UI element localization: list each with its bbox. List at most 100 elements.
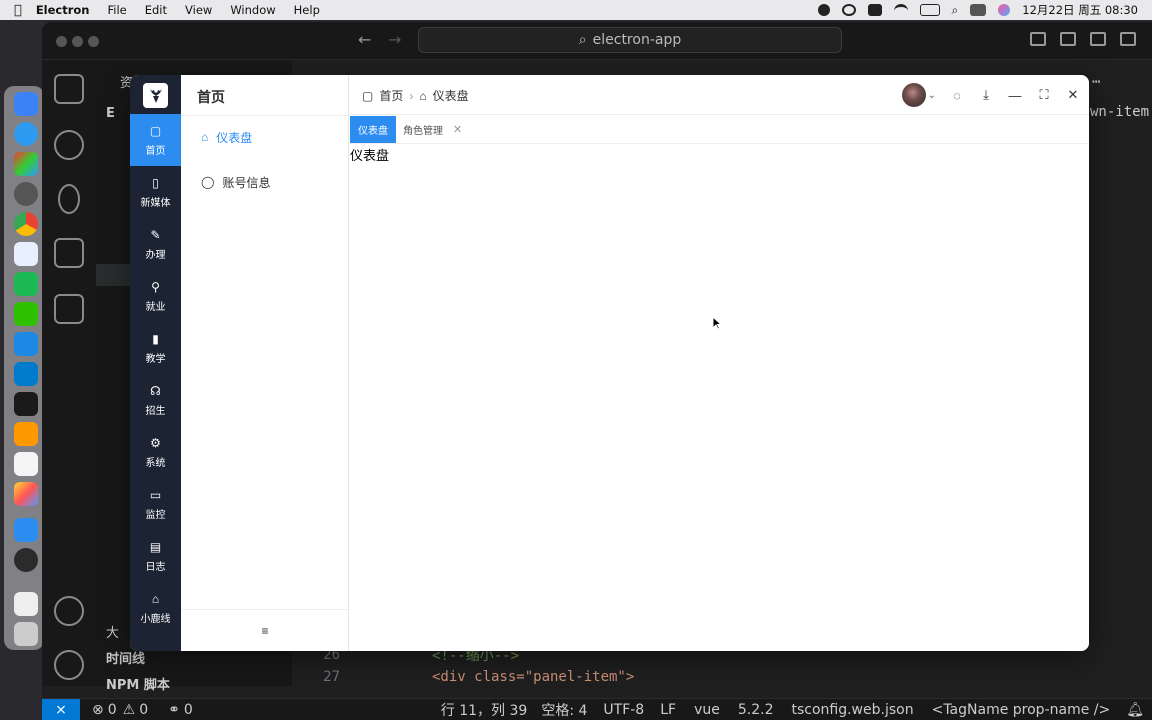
code-line[interactable]: 27 <div class="panel-item"> bbox=[292, 666, 634, 688]
document-icon[interactable] bbox=[14, 592, 38, 616]
rail-item-monitor[interactable]: ▭ 监控 bbox=[130, 478, 181, 530]
trash-icon[interactable] bbox=[14, 622, 38, 646]
vscode-icon[interactable] bbox=[14, 362, 38, 386]
chrome-icon[interactable] bbox=[14, 212, 38, 236]
explorer-icon[interactable] bbox=[54, 74, 84, 104]
warnings-count[interactable]: 0 bbox=[139, 702, 148, 718]
colorsync-icon[interactable] bbox=[14, 482, 38, 506]
toggle-secondary-sidebar-icon[interactable] bbox=[1090, 32, 1106, 46]
system-app-icon[interactable] bbox=[14, 182, 38, 206]
fullscreen-icon[interactable]: ⛶ bbox=[1036, 87, 1052, 103]
ports-count[interactable]: 0 bbox=[184, 702, 193, 718]
search-view-icon[interactable] bbox=[54, 130, 84, 160]
wechat-icon[interactable] bbox=[14, 302, 38, 326]
tag-info[interactable]: <TagName prop-name /> bbox=[932, 702, 1111, 718]
hbuilder-icon[interactable] bbox=[14, 272, 38, 296]
ts-version[interactable]: 5.2.2 bbox=[738, 702, 774, 718]
customize-layout-icon[interactable] bbox=[1120, 32, 1136, 46]
end-of-line[interactable]: LF bbox=[660, 702, 676, 718]
rail-item-system[interactable]: ⚙ 系统 bbox=[130, 426, 181, 478]
sublime-icon[interactable] bbox=[14, 422, 38, 446]
indentation[interactable]: 空格: 4 bbox=[541, 700, 587, 720]
rail-item-logs[interactable]: ▤ 日志 bbox=[130, 530, 181, 582]
siri-icon[interactable] bbox=[998, 4, 1011, 16]
control-center-icon[interactable] bbox=[970, 4, 987, 16]
errors-icon[interactable]: ⊗ bbox=[92, 702, 104, 718]
rail-item-xiaoluxian[interactable]: ⌂ 小鹿线 bbox=[130, 582, 181, 634]
rail-item-handle[interactable]: ✎ 办理 bbox=[130, 218, 181, 270]
errors-count[interactable]: 0 bbox=[108, 702, 117, 718]
tsconfig[interactable]: tsconfig.web.json bbox=[791, 702, 913, 718]
remote-indicator-icon[interactable]: ⨯ bbox=[42, 698, 80, 720]
section-outline[interactable]: 大 bbox=[106, 622, 119, 641]
minimize-icon[interactable]: — bbox=[1007, 87, 1023, 103]
collapse-menu-button[interactable]: ≡ bbox=[181, 609, 349, 651]
finder-icon[interactable] bbox=[14, 92, 38, 116]
menu-item-dashboard[interactable]: ⌂ 仪表盘 bbox=[181, 117, 349, 157]
more-actions-icon[interactable]: ⋯ bbox=[1092, 74, 1100, 90]
back-arrow-icon[interactable]: ← bbox=[358, 30, 371, 49]
menubar-edit[interactable]: Edit bbox=[145, 3, 167, 17]
explorer-section[interactable]: E bbox=[106, 106, 115, 121]
menubar-window[interactable]: Window bbox=[230, 3, 275, 17]
clock[interactable]: 12月22日 周五 08:30 bbox=[1022, 2, 1138, 18]
rail-item-new-media[interactable]: ▯ 新媒体 bbox=[130, 166, 181, 218]
language-mode[interactable]: vue bbox=[694, 702, 720, 718]
close-tab-icon[interactable]: ✕ bbox=[453, 123, 462, 136]
breadcrumb-dashboard[interactable]: 仪表盘 bbox=[433, 87, 469, 104]
minimize-traffic-light[interactable] bbox=[72, 36, 83, 47]
manage-gear-icon[interactable] bbox=[54, 650, 84, 680]
rail-item-home[interactable]: ▢ 首页 bbox=[130, 114, 181, 166]
menubar-help[interactable]: Help bbox=[294, 3, 320, 17]
avatar[interactable] bbox=[901, 83, 926, 107]
encoding[interactable]: UTF-8 bbox=[603, 702, 644, 718]
run-debug-icon[interactable] bbox=[54, 238, 84, 268]
deer-app-icon[interactable] bbox=[14, 518, 38, 542]
download-icon[interactable]: ⤓ bbox=[978, 87, 994, 103]
toggle-panel-icon[interactable] bbox=[1060, 32, 1076, 46]
apple-menu-icon[interactable]:  bbox=[14, 3, 22, 18]
extensions-icon[interactable] bbox=[54, 294, 84, 324]
menubar-view[interactable]: View bbox=[185, 3, 212, 17]
record-icon[interactable] bbox=[817, 4, 830, 16]
group-icon[interactable] bbox=[841, 4, 856, 16]
breadcrumb-home[interactable]: 首页 bbox=[379, 87, 403, 104]
rail-label: 系统 bbox=[145, 457, 166, 469]
tablet-icon: ▯ bbox=[152, 175, 159, 190]
command-center-search[interactable]: ⌕ electron-app bbox=[418, 27, 842, 53]
search-text: electron-app bbox=[592, 32, 682, 48]
terminal-icon[interactable] bbox=[14, 392, 38, 416]
menu-item-account[interactable]: ◯ 账号信息 bbox=[181, 162, 349, 202]
warnings-icon[interactable]: ⚠ bbox=[123, 702, 136, 718]
menubar-file[interactable]: File bbox=[107, 3, 126, 17]
electron-icon[interactable] bbox=[14, 548, 38, 572]
close-traffic-light[interactable] bbox=[56, 36, 67, 47]
spotlight-icon[interactable]: ⌕ bbox=[952, 3, 959, 18]
rail-item-teaching[interactable]: ▮ 教学 bbox=[130, 322, 181, 374]
menubar-app-name[interactable]: Electron bbox=[36, 3, 90, 17]
tab-role-management[interactable]: 角色管理 ✕ bbox=[395, 116, 470, 143]
rail-item-employment[interactable]: ⚲ 就业 bbox=[130, 270, 181, 322]
rail-item-enrollment[interactable]: ☊ 招生 bbox=[130, 374, 181, 426]
account-icon[interactable] bbox=[54, 596, 84, 626]
user-dropdown[interactable]: ⌄ bbox=[901, 83, 936, 107]
launchpad-icon[interactable] bbox=[14, 152, 38, 176]
notifications-bell-icon[interactable]: 🔔︎ bbox=[1126, 702, 1144, 718]
chat-bubble-icon[interactable]: ◌ bbox=[949, 87, 965, 103]
source-control-icon[interactable] bbox=[58, 184, 80, 214]
battery-icon[interactable] bbox=[919, 4, 940, 16]
forward-arrow-icon[interactable]: → bbox=[388, 30, 401, 49]
input-method-icon[interactable] bbox=[867, 4, 882, 16]
safari-icon[interactable] bbox=[14, 122, 38, 146]
close-icon[interactable]: ✕ bbox=[1065, 87, 1081, 103]
cloud-app-icon[interactable] bbox=[14, 242, 38, 266]
feishu-icon[interactable] bbox=[14, 332, 38, 356]
section-npm-scripts[interactable]: NPM 脚本 bbox=[106, 674, 170, 693]
typora-icon[interactable] bbox=[14, 452, 38, 476]
ports-icon[interactable]: ⚭ bbox=[168, 702, 180, 718]
zoom-traffic-light[interactable] bbox=[88, 36, 99, 47]
toggle-sidebar-icon[interactable] bbox=[1030, 32, 1046, 46]
cursor-position[interactable]: 行 11，列 39 bbox=[441, 700, 528, 720]
tab-dashboard[interactable]: 仪表盘 bbox=[350, 116, 396, 143]
wifi-icon[interactable] bbox=[893, 4, 908, 16]
